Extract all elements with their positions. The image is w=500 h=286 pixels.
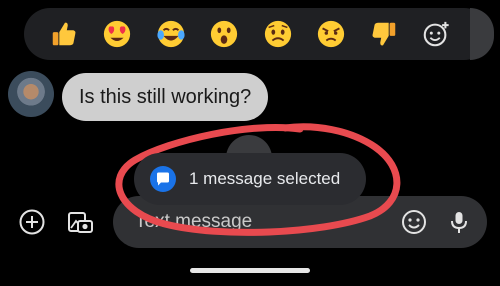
reaction-bar-edge bbox=[470, 8, 494, 60]
thumbs-up-icon bbox=[52, 22, 76, 46]
voice-button[interactable] bbox=[441, 204, 477, 240]
gallery-camera-icon bbox=[68, 212, 93, 233]
heart-eyes-icon bbox=[103, 20, 131, 48]
selection-toast: 1 message selected bbox=[134, 153, 366, 205]
messages-app-icon bbox=[150, 166, 176, 192]
emoji-icon bbox=[402, 210, 426, 234]
reaction-sad[interactable] bbox=[258, 14, 298, 54]
add-reaction-icon bbox=[423, 21, 449, 47]
angry-icon bbox=[317, 20, 345, 48]
plus-circle-icon bbox=[19, 209, 45, 235]
toast-text: 1 message selected bbox=[189, 169, 341, 188]
thumbs-down-icon bbox=[372, 22, 396, 46]
emoji-button[interactable] bbox=[396, 204, 432, 240]
message-input[interactable] bbox=[135, 208, 385, 236]
message-bubble[interactable]: Is this still working? bbox=[62, 73, 269, 121]
gallery-button[interactable] bbox=[62, 204, 98, 240]
surprised-icon bbox=[210, 20, 238, 48]
add-reaction-button[interactable] bbox=[416, 14, 456, 54]
microphone-icon bbox=[451, 212, 467, 233]
avatar[interactable] bbox=[8, 71, 54, 117]
reaction-heart-eyes[interactable] bbox=[97, 14, 137, 54]
reaction-angry[interactable] bbox=[311, 14, 351, 54]
reaction-surprised[interactable] bbox=[204, 14, 244, 54]
home-indicator[interactable] bbox=[190, 268, 310, 273]
reaction-thumbs-up[interactable] bbox=[44, 14, 84, 54]
reaction-thumbs-down[interactable] bbox=[364, 14, 404, 54]
sad-icon bbox=[264, 20, 292, 48]
add-attachment-button[interactable] bbox=[14, 204, 50, 240]
tears-of-joy-icon bbox=[157, 20, 185, 48]
reaction-tears-of-joy[interactable] bbox=[151, 14, 191, 54]
